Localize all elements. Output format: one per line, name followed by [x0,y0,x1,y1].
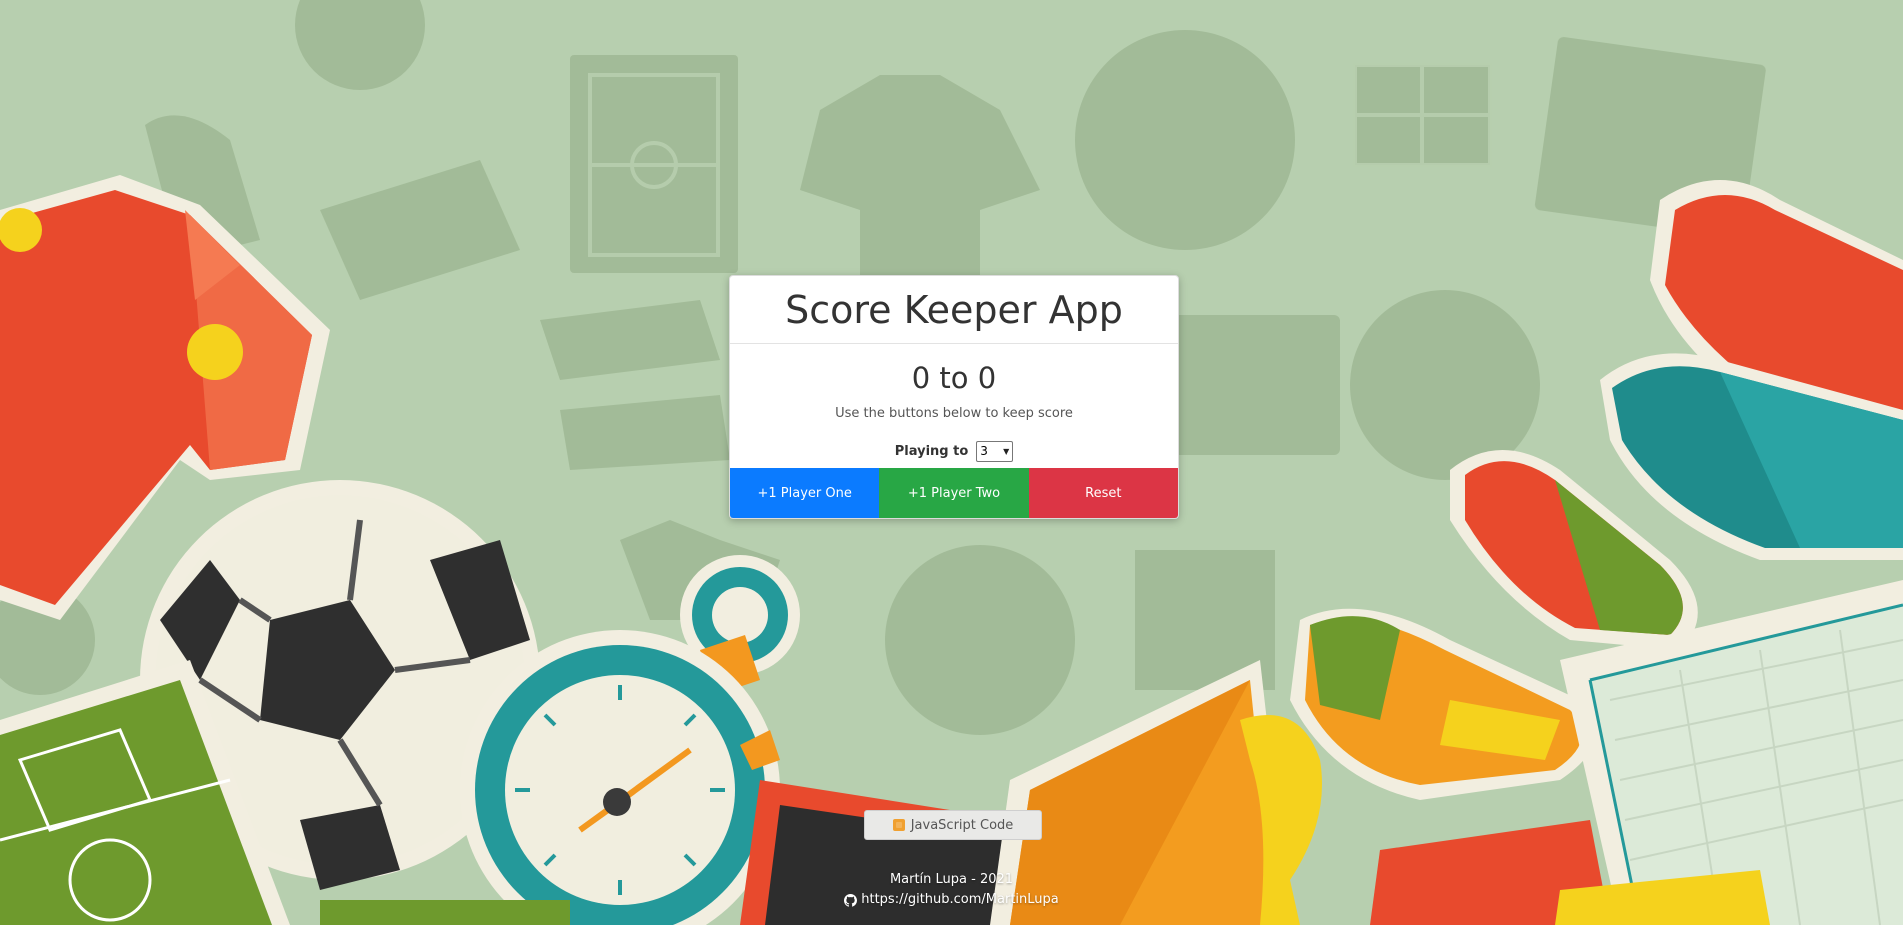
playing-to-value: 3 [980,444,988,458]
score-button-row: +1 Player One +1 Player Two Reset [730,468,1178,518]
github-link[interactable]: https://github.com/MartinLupa [844,890,1059,910]
javascript-code-label: JavaScript Code [910,817,1014,833]
github-url: https://github.com/MartinLupa [861,892,1059,907]
javascript-icon [892,819,905,831]
footer: Martín Lupa - 2021 https://github.com/Ma… [0,870,1903,914]
score-display: 0 to 0 [911,361,997,395]
reset-button[interactable]: Reset [1028,468,1178,518]
score-keeper-card: Score Keeper App 0 to 0 Use the buttons … [729,275,1179,519]
playing-to-label: Playing to [894,443,969,459]
javascript-code-button[interactable]: JavaScript Code [864,810,1042,840]
playing-to-row: Playing to 3 ▼ [730,440,1178,462]
chevron-down-icon: ▼ [1003,446,1010,456]
footer-author: Martín Lupa - 2021 [889,872,1014,887]
score-hint: Use the buttons below to keep score [835,406,1073,421]
card-header: Score Keeper App [730,276,1178,344]
app-title: Score Keeper App [785,287,1123,332]
player-one-button[interactable]: +1 Player One [730,468,880,518]
github-icon [844,893,858,907]
playing-to-select[interactable]: 3 ▼ [976,440,1014,462]
player-two-button[interactable]: +1 Player Two [879,468,1029,518]
